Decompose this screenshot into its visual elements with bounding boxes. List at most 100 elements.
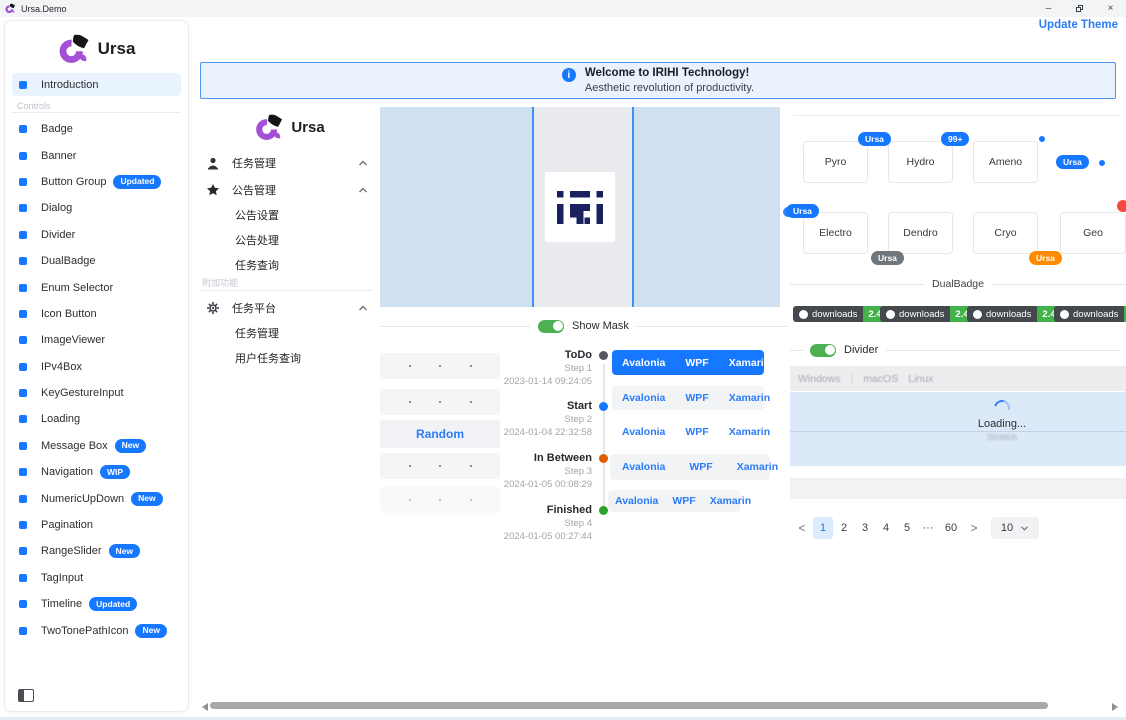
minimize-icon[interactable]: – <box>1033 0 1064 17</box>
sidebar-item-divider[interactable]: Divider <box>5 222 188 248</box>
wpf-button[interactable]: WPF <box>675 357 718 369</box>
pagination: < 1 2 3 4 5 ··· 60 > 10 <box>792 517 1039 539</box>
page-button-60[interactable]: 60 <box>939 517 963 539</box>
sidebar-item-loading[interactable]: Loading <box>5 406 188 432</box>
wpf-button[interactable]: WPF <box>675 392 718 404</box>
sidebar-item-label: Badge <box>41 123 73 135</box>
status-badge: New <box>131 492 162 506</box>
tab-windows[interactable]: Windows <box>798 373 841 385</box>
avalonia-button[interactable]: Avalonia <box>612 392 675 404</box>
sidebar-item-timeline[interactable]: TimelineUpdated <box>5 591 188 617</box>
ipv4box-input[interactable] <box>380 453 500 479</box>
sidebar-item-badge[interactable]: Badge <box>5 116 188 142</box>
sidebar-item-banner[interactable]: Banner <box>5 142 188 168</box>
page-ellipsis[interactable]: ··· <box>918 517 938 539</box>
scroll-left-icon[interactable] <box>202 703 208 711</box>
sidebar-item-numericupdown[interactable]: NumericUpDownNew <box>5 485 188 511</box>
tab-linux[interactable]: Linux <box>908 373 933 385</box>
menu-group-task-management[interactable]: 任务管理 <box>200 150 376 176</box>
bullet-icon <box>19 627 27 635</box>
bullet-icon <box>19 204 27 212</box>
scroll-right-icon[interactable] <box>1112 703 1118 711</box>
xamarin-button[interactable]: Xamarin <box>719 357 780 369</box>
divider-demo-label: Divider <box>844 344 878 356</box>
sidebar-item-navigation[interactable]: NavigationWIP <box>5 459 188 485</box>
sidebar-list: Badge Banner Button GroupUpdated Dialog … <box>5 116 188 644</box>
chevron-up-icon <box>358 186 368 194</box>
page-button-4[interactable]: 4 <box>876 517 896 539</box>
loading-content: Loading... Stretch <box>834 392 1126 466</box>
sidebar-item-keygestureinput[interactable]: KeyGestureInput <box>5 380 188 406</box>
sidebar-item-pagination[interactable]: Pagination <box>5 512 188 538</box>
menu-group-task-platform[interactable]: 任务平台 <box>200 295 376 321</box>
page-size-select[interactable]: 10 <box>991 517 1039 539</box>
sidebar-item-button-group[interactable]: Button GroupUpdated <box>5 169 188 195</box>
xamarin-button[interactable]: Xamarin <box>719 392 780 404</box>
timeline: ToDo Step 1 2023-01-14 09:24:05 Start St… <box>498 346 610 561</box>
update-theme-button[interactable]: Update Theme <box>1039 19 1118 31</box>
prev-page-button[interactable]: < <box>792 517 812 539</box>
divider-toggle[interactable] <box>810 344 836 357</box>
dual-badge: idownloads 2.4k <box>793 306 892 322</box>
ipv4box-input[interactable] <box>380 353 500 379</box>
menu-item-announcement-settings[interactable]: 公告设置 <box>200 203 376 227</box>
dot-separator <box>439 401 441 403</box>
sidebar-item-imageviewer[interactable]: ImageViewer <box>5 327 188 353</box>
sidebar-item-rangeslider[interactable]: RangeSliderNew <box>5 538 188 564</box>
menu-item-task-management[interactable]: 任务管理 <box>200 321 376 345</box>
sidebar-item-taginput[interactable]: TagInput <box>5 565 188 591</box>
maximize-restore-icon[interactable] <box>1064 0 1095 17</box>
avalonia-button[interactable]: Avalonia <box>610 461 677 473</box>
tab-macos[interactable]: macOS <box>863 373 898 385</box>
dot-separator <box>470 499 472 501</box>
page-button-5[interactable]: 5 <box>897 517 917 539</box>
page-button-1[interactable]: 1 <box>813 517 833 539</box>
xamarin-button[interactable]: Xamarin <box>725 461 790 473</box>
menu-group-announcement[interactable]: 公告管理 <box>200 177 376 203</box>
sidebar-item-icon-button[interactable]: Icon Button <box>5 301 188 327</box>
sidebar-collapse-icon[interactable] <box>18 689 34 702</box>
menu-item-user-task-query[interactable]: 用户任务查询 <box>200 346 376 370</box>
page-button-3[interactable]: 3 <box>855 517 875 539</box>
ipv4box-input[interactable] <box>380 389 500 415</box>
wpf-button[interactable]: WPF <box>677 461 724 473</box>
ursa-logo-icon <box>255 114 285 141</box>
dot-separator <box>439 499 441 501</box>
bullet-icon <box>19 468 27 476</box>
xamarin-button[interactable]: Xamarin <box>703 495 758 507</box>
badge-card-geo: Geo <box>1060 212 1126 254</box>
status-badge: Updated <box>89 597 137 611</box>
button-group-solid: Avalonia WPF Xamarin <box>612 350 764 375</box>
sidebar-item-introduction[interactable]: Introduction <box>12 73 181 96</box>
scrollbar-thumb[interactable] <box>210 702 1048 709</box>
bullet-icon <box>19 310 27 318</box>
gear-icon <box>206 301 220 315</box>
image-viewer[interactable] <box>380 107 780 307</box>
dual-badge-left: idownloads <box>880 306 950 322</box>
horizontal-scrollbar[interactable] <box>196 701 1122 711</box>
sidebar-item-ipv4box[interactable]: IPv4Box <box>5 354 188 380</box>
sidebar-item-dualbadge[interactable]: DualBadge <box>5 248 188 274</box>
next-page-button[interactable]: > <box>964 517 984 539</box>
avalonia-button[interactable]: Avalonia <box>612 357 675 369</box>
random-button[interactable]: Random <box>380 420 500 448</box>
sidebar-item-enum-selector[interactable]: Enum Selector <box>5 274 188 300</box>
timeline-item-todo: ToDo Step 1 2023-01-14 09:24:05 <box>498 348 610 388</box>
show-mask-toggle[interactable] <box>538 320 564 333</box>
page-button-2[interactable]: 2 <box>834 517 854 539</box>
sidebar-item-label: Introduction <box>41 79 98 91</box>
menu-item-announcement-process[interactable]: 公告处理 <box>200 228 376 252</box>
xamarin-button[interactable]: Xamarin <box>719 426 780 438</box>
sidebar-item-twotonepathicon[interactable]: TwoTonePathIconNew <box>5 617 188 643</box>
wpf-button[interactable]: WPF <box>675 426 718 438</box>
timeline-dot <box>599 351 608 360</box>
avalonia-button[interactable]: Avalonia <box>612 426 675 438</box>
menu-item-task-query[interactable]: 任务查询 <box>200 253 376 277</box>
avalonia-button[interactable]: Avalonia <box>608 495 665 507</box>
timeline-title: Start <box>498 399 592 413</box>
close-icon[interactable]: × <box>1095 0 1126 17</box>
sidebar-item-dialog[interactable]: Dialog <box>5 195 188 221</box>
window-controls: – × <box>1033 0 1126 17</box>
wpf-button[interactable]: WPF <box>665 495 702 507</box>
sidebar-item-message-box[interactable]: Message BoxNew <box>5 433 188 459</box>
